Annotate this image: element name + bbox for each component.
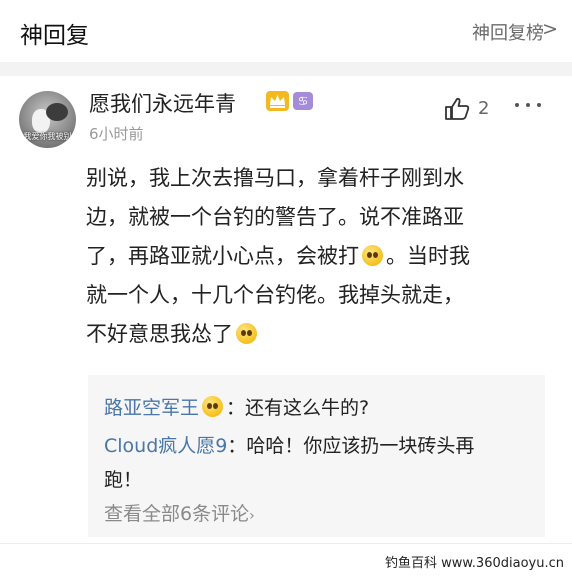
reply-text: ：还有这么牛的? <box>226 397 370 419</box>
post-line: 了，再路亚就小心点，会被打 。当时我 <box>86 240 470 270</box>
page-title: 神回复 <box>20 23 89 49</box>
crown-icon <box>270 95 285 108</box>
post-line: 别说，我上次去撸马口，拿着杆子刚到水 <box>86 166 464 190</box>
chevron-right-icon: › <box>249 508 255 524</box>
reply-author[interactable]: Cloud疯人愿9 <box>104 435 227 457</box>
view-all-comments-link[interactable]: 查看全部6条评论› <box>104 499 255 526</box>
reply-list: 路亚空军王 ：还有这么牛的? Cloud疯人愿9：哈哈！你应该扔一块砖头再 跑！ … <box>88 375 545 537</box>
leaderboard-link[interactable]: 神回复榜 <box>472 19 544 45</box>
post-line: 不好意思我怂了 <box>86 318 260 348</box>
avatar[interactable]: 我爱你我被别 <box>19 91 76 148</box>
reply-author[interactable]: 路亚空军王 <box>104 397 199 419</box>
footer-divider <box>0 543 572 544</box>
reply-item[interactable]: Cloud疯人愿9：哈哈！你应该扔一块砖头再 <box>104 431 474 458</box>
username[interactable]: 愿我们永远年青 <box>89 88 236 118</box>
avatar-caption: 我爱你我被别 <box>23 132 72 141</box>
view-all-label: 查看全部6条评论 <box>104 503 250 525</box>
chevron-right-icon[interactable]: > <box>542 18 558 40</box>
squinting-face-emoji-icon <box>362 245 383 266</box>
avatar-figure-dark <box>46 103 68 121</box>
dot <box>515 103 519 107</box>
thumbs-up-icon <box>445 97 470 120</box>
post-time: 6小时前 <box>89 125 144 143</box>
like-count: 2 <box>478 98 490 119</box>
crown-badge-icon[interactable] <box>266 91 289 111</box>
squinting-face-emoji-icon <box>236 323 257 344</box>
post-line: 就一个人，十几个台钓佬。我掉头就走， <box>86 283 464 307</box>
page-header: 神回复 神回复榜 > <box>0 0 572 62</box>
reply-text: ：哈哈！你应该扔一块砖头再 <box>227 435 475 457</box>
reply-text-continued: 跑！ <box>104 469 143 491</box>
watermark: 钓鱼百科 www.360diaoyu.cn <box>384 556 564 571</box>
zodiac-badge-icon[interactable]: ♋ <box>293 92 313 110</box>
dot <box>537 103 541 107</box>
post-text: 不好意思我怂了 <box>86 322 233 346</box>
laughing-emoji-icon <box>202 396 224 417</box>
post-text: 了，再路亚就小心点，会被打 <box>86 244 359 268</box>
like-button[interactable] <box>443 96 471 126</box>
reply-item[interactable]: 路亚空军王 ：还有这么牛的? <box>104 393 369 420</box>
post-text: 。当时我 <box>386 244 470 268</box>
more-options-button[interactable] <box>515 98 541 112</box>
post-line: 边，就被一个台钓的警告了。说不准路亚 <box>86 205 464 229</box>
section-divider <box>0 62 572 76</box>
dot <box>526 103 530 107</box>
